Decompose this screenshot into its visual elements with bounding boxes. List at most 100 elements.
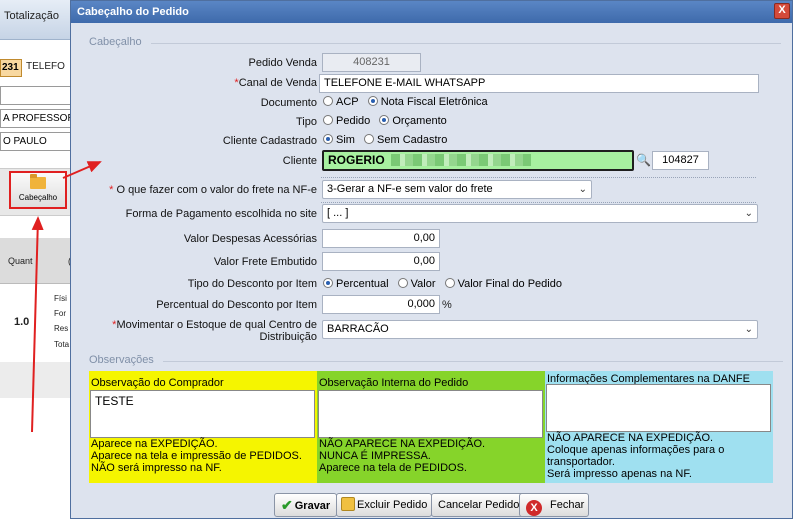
- cabecalho-button-label: Cabeçalho: [18, 193, 58, 202]
- required-mark: *: [109, 184, 114, 196]
- check-icon: ✔: [281, 497, 293, 513]
- pedido-venda-label: Pedido Venda: [248, 57, 317, 69]
- radio-selected-icon: [323, 278, 333, 288]
- obs-comprador-panel: Observação do Comprador TESTE Aparece na…: [89, 371, 317, 483]
- frete-select[interactable]: 3-Gerar a NF-e sem valor do frete ⌄: [322, 180, 592, 199]
- grid-qty-value: 1.0: [14, 316, 30, 328]
- cliente-cadastrado-label: Cliente Cadastrado: [222, 135, 317, 147]
- frete-embutido-field[interactable]: 0,00: [322, 252, 440, 271]
- section-observacoes-header: Observações: [89, 354, 154, 366]
- cabecalho-button[interactable]: Cabeçalho: [9, 171, 67, 209]
- cliente-cadastrado-radio-group: Sim Sem Cadastro: [323, 134, 453, 146]
- percentual-desconto-label: Percentual do Desconto por Item: [156, 299, 317, 311]
- city-field[interactable]: O PAULO: [0, 132, 72, 151]
- tipo-option-pedido[interactable]: Pedido: [323, 115, 370, 127]
- dialog-titlebar[interactable]: Cabeçalho do Pedido X: [71, 1, 792, 23]
- obs-note: Aparece na EXPEDIÇÃO.: [91, 438, 218, 450]
- radio-icon: [323, 96, 333, 106]
- radio-selected-icon: [379, 115, 390, 125]
- desconto-option-valor-final[interactable]: Valor Final do Pedido: [444, 278, 562, 290]
- cliente-label: Cliente: [282, 155, 317, 167]
- chevron-down-icon: ⌄: [744, 324, 753, 335]
- grid-col-quant: Quant: [8, 256, 33, 266]
- obs-interna-panel: Observação Interna do Pedido NÃO APARECE…: [317, 371, 545, 483]
- frete-label: * O que fazer com o valor do frete na NF…: [109, 184, 317, 196]
- cancelar-pedido-button[interactable]: Cancelar Pedido: [431, 493, 527, 517]
- cliente-option-sem-cadastro[interactable]: Sem Cadastro: [364, 134, 447, 146]
- side-label: Tota: [54, 340, 70, 349]
- close-icon: X: [526, 500, 542, 516]
- obs-comprador-textarea[interactable]: TESTE: [90, 390, 315, 438]
- cliente-name: ROGERIO: [328, 153, 385, 167]
- obs-note: transportador.: [547, 456, 615, 468]
- obs-note: NÃO será impresso na NF.: [91, 462, 222, 474]
- obs-danfe-textarea[interactable]: [546, 384, 771, 432]
- obs-note: NÃO APARECE NA EXPEDIÇÃO.: [319, 438, 486, 450]
- cliente-field[interactable]: ROGERIO: [322, 150, 634, 171]
- obs-danfe-panel: Informações Complementares na DANFE NÃO …: [545, 371, 773, 483]
- dialog-title: Cabeçalho do Pedido: [77, 6, 189, 18]
- redacted-surname: [390, 154, 531, 166]
- obs-note: Aparece na tela e impressão de PEDIDOS.: [91, 450, 302, 462]
- percentual-desconto-field[interactable]: 0,000: [322, 295, 440, 314]
- tipo-label: Tipo: [296, 116, 317, 128]
- grid-band: [0, 362, 72, 398]
- obs-interna-title: Observação Interna do Pedido: [319, 377, 469, 389]
- side-label: Físi: [54, 294, 67, 303]
- section-divider: [151, 43, 781, 44]
- forma-pagamento-select[interactable]: [ ... ] ⌄: [322, 204, 758, 223]
- forma-pagamento-label: Forma de Pagamento escolhida no site: [125, 208, 317, 220]
- obs-comprador-title: Observação do Comprador: [91, 377, 224, 389]
- documento-option-nfe[interactable]: Nota Fiscal Eletrônica: [367, 96, 488, 108]
- address-field[interactable]: A PROFESSOR: [0, 109, 72, 128]
- documento-radio-group: ACP Nota Fiscal Eletrônica: [323, 96, 494, 108]
- documento-label: Documento: [260, 97, 317, 109]
- desconto-option-percentual[interactable]: Percentual: [323, 278, 389, 290]
- radio-icon: [323, 115, 333, 125]
- frete-embutido-label: Valor Frete Embutido: [213, 256, 317, 268]
- tab-totalizacao[interactable]: Totalização: [0, 10, 59, 22]
- despesas-label: Valor Despesas Acessórias: [183, 233, 317, 245]
- chevron-down-icon: ⌄: [744, 208, 753, 219]
- radio-icon: [444, 278, 455, 288]
- search-icon[interactable]: 🔍: [636, 153, 651, 167]
- radio-icon: [364, 134, 375, 144]
- estoque-label: *Movimentar o Estoque de qual Centro de D…: [112, 319, 317, 343]
- cliente-option-sim[interactable]: Sim: [323, 134, 355, 146]
- order-code: 231: [0, 59, 22, 77]
- close-icon[interactable]: X: [774, 3, 790, 19]
- cabecalho-dialog: Cabeçalho do Pedido X Cabeçalho Pedido V…: [70, 0, 793, 519]
- obs-interna-textarea[interactable]: [318, 390, 543, 438]
- obs-note: Coloque apenas informações para o: [547, 444, 725, 456]
- gravar-button[interactable]: ✔ Gravar: [274, 493, 338, 517]
- folder-icon: [30, 174, 46, 189]
- delete-icon: [341, 497, 355, 511]
- obs-note: NUNCA É IMPRESSA.: [319, 450, 431, 462]
- obs-note: NÃO APARECE NA EXPEDIÇÃO.: [547, 432, 714, 444]
- desconto-option-valor[interactable]: Valor: [397, 278, 436, 290]
- tipo-desconto-label: Tipo do Desconto por Item: [187, 278, 317, 290]
- canal-venda-field[interactable]: TELEFONE E-MAIL WHATSAPP: [319, 74, 759, 93]
- despesas-field[interactable]: 0,00: [322, 229, 440, 248]
- radio-selected-icon: [367, 96, 378, 106]
- excluir-pedido-button[interactable]: Excluir Pedido: [336, 493, 433, 517]
- obs-danfe-title: Informações Complementares na DANFE: [547, 373, 750, 385]
- chevron-down-icon: ⌄: [578, 184, 587, 195]
- fechar-button[interactable]: X Fechar: [519, 493, 589, 517]
- section-divider: [163, 361, 783, 362]
- tipo-option-orcamento[interactable]: Orçamento: [379, 115, 447, 127]
- dotted-separator: [321, 177, 756, 178]
- contact-field-label: TELEFO: [26, 61, 65, 72]
- documento-option-acp[interactable]: ACP: [323, 96, 359, 108]
- dotted-separator: [321, 202, 756, 203]
- side-label: Res: [54, 324, 69, 333]
- pedido-venda-field: 408231: [322, 53, 421, 72]
- percent-unit: %: [442, 299, 452, 311]
- radio-selected-icon: [323, 134, 333, 144]
- background-field-blurred: [0, 86, 72, 105]
- radio-icon: [397, 278, 408, 288]
- cliente-code-field[interactable]: 104827: [652, 151, 709, 170]
- obs-note: Será impresso apenas na NF.: [547, 468, 692, 480]
- estoque-select[interactable]: BARRACÃO ⌄: [322, 320, 758, 339]
- tipo-radio-group: Pedido Orçamento: [323, 115, 453, 127]
